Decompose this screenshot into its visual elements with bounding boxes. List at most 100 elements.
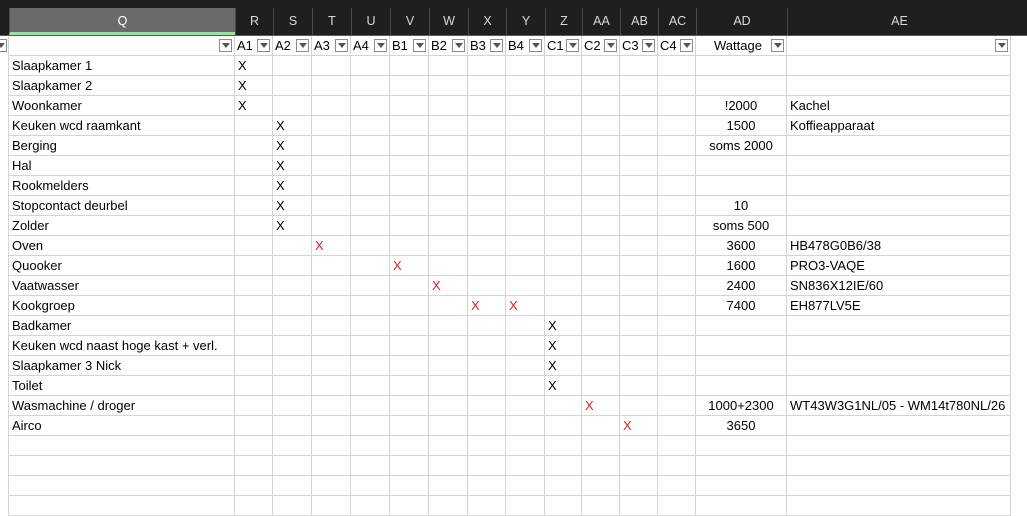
cell[interactable] — [273, 476, 312, 496]
cell[interactable] — [696, 476, 787, 496]
column-header-u[interactable]: U — [351, 8, 390, 35]
row-name-cell[interactable]: Hal — [9, 156, 235, 176]
note-cell[interactable] — [787, 216, 1011, 236]
cell[interactable] — [312, 76, 351, 96]
cell[interactable] — [658, 116, 696, 136]
note-cell[interactable] — [787, 56, 1011, 76]
column-header-aa[interactable]: AA — [582, 8, 620, 35]
cell[interactable] — [506, 196, 545, 216]
cell[interactable] — [351, 96, 390, 116]
note-cell[interactable] — [787, 356, 1011, 376]
cell[interactable] — [468, 56, 506, 76]
cell[interactable] — [429, 216, 468, 236]
row-name-cell[interactable]: Slaapkamer 3 Nick — [9, 356, 235, 376]
cell[interactable] — [620, 476, 658, 496]
cell[interactable] — [351, 176, 390, 196]
cell[interactable] — [273, 336, 312, 356]
filter-dropdown-icon[interactable] — [374, 39, 387, 52]
cell[interactable] — [390, 76, 429, 96]
note-cell[interactable]: EH877LV5E — [787, 296, 1011, 316]
cell[interactable] — [390, 136, 429, 156]
filter-dropdown-icon[interactable] — [529, 39, 542, 52]
row-name-cell[interactable]: Stopcontact deurbel — [9, 196, 235, 216]
cell[interactable] — [582, 116, 620, 136]
circuit-mark-cell[interactable]: X — [545, 316, 582, 336]
cell[interactable] — [312, 316, 351, 336]
cell[interactable] — [696, 496, 787, 516]
circuit-mark-cell[interactable]: X — [273, 136, 312, 156]
cell[interactable] — [582, 236, 620, 256]
cell[interactable] — [545, 416, 582, 436]
cell[interactable] — [506, 316, 545, 336]
wattage-cell[interactable] — [696, 356, 787, 376]
cell[interactable] — [468, 396, 506, 416]
cell[interactable] — [658, 76, 696, 96]
cell[interactable] — [620, 256, 658, 276]
note-cell[interactable] — [787, 416, 1011, 436]
cell[interactable] — [235, 436, 273, 456]
circuit-mark-cell[interactable]: X — [545, 336, 582, 356]
circuit-mark-cell[interactable]: X — [273, 176, 312, 196]
cell[interactable] — [235, 176, 273, 196]
cell[interactable] — [620, 76, 658, 96]
cell[interactable] — [696, 456, 787, 476]
cell[interactable] — [506, 436, 545, 456]
cell[interactable] — [620, 176, 658, 196]
cell[interactable] — [273, 496, 312, 516]
row-name-cell[interactable]: Kookgroep — [9, 296, 235, 316]
row-name-cell[interactable]: Airco — [9, 416, 235, 436]
cell[interactable] — [582, 456, 620, 476]
cell[interactable] — [390, 236, 429, 256]
cell[interactable] — [582, 76, 620, 96]
cell[interactable] — [390, 336, 429, 356]
filter-dropdown-icon[interactable] — [566, 39, 579, 52]
cell[interactable] — [429, 476, 468, 496]
column-header-s[interactable]: S — [273, 8, 312, 35]
row-name-cell[interactable]: Berging — [9, 136, 235, 156]
note-cell[interactable] — [787, 196, 1011, 216]
cell[interactable] — [787, 476, 1011, 496]
cell[interactable] — [506, 416, 545, 436]
cell[interactable] — [235, 216, 273, 236]
cell[interactable] — [390, 316, 429, 336]
cell[interactable] — [429, 356, 468, 376]
cell[interactable] — [582, 176, 620, 196]
cell[interactable] — [429, 376, 468, 396]
cell[interactable] — [658, 236, 696, 256]
cell[interactable] — [545, 76, 582, 96]
cell[interactable] — [312, 476, 351, 496]
cell[interactable] — [351, 56, 390, 76]
cell[interactable] — [468, 276, 506, 296]
note-cell[interactable] — [787, 316, 1011, 336]
cell[interactable] — [235, 236, 273, 256]
cell[interactable] — [620, 116, 658, 136]
wattage-cell[interactable]: soms 500 — [696, 216, 787, 236]
cell[interactable] — [273, 296, 312, 316]
cell[interactable] — [468, 216, 506, 236]
cell[interactable] — [235, 376, 273, 396]
cell[interactable] — [658, 256, 696, 276]
row-name-cell[interactable]: Zolder — [9, 216, 235, 236]
cell[interactable] — [235, 496, 273, 516]
cell[interactable] — [273, 276, 312, 296]
cell[interactable] — [658, 376, 696, 396]
cell[interactable] — [235, 416, 273, 436]
cell[interactable] — [658, 456, 696, 476]
row-name-cell[interactable]: Keuken wcd naast hoge kast + verl. — [9, 336, 235, 356]
wattage-cell[interactable]: soms 2000 — [696, 136, 787, 156]
cell[interactable] — [429, 96, 468, 116]
cell[interactable] — [506, 476, 545, 496]
cell[interactable] — [506, 156, 545, 176]
cell[interactable] — [620, 456, 658, 476]
note-cell[interactable]: WT43W3G1NL/05 - WM14t780NL/26 — [787, 396, 1011, 416]
cell[interactable] — [506, 376, 545, 396]
cell[interactable] — [545, 456, 582, 476]
cell[interactable] — [468, 96, 506, 116]
note-cell[interactable]: PRO3-VAQE — [787, 256, 1011, 276]
cell[interactable] — [390, 376, 429, 396]
cell[interactable] — [582, 216, 620, 236]
circuit-mark-cell[interactable]: X — [273, 116, 312, 136]
cell[interactable] — [582, 156, 620, 176]
cell[interactable] — [506, 256, 545, 276]
cell[interactable] — [312, 276, 351, 296]
